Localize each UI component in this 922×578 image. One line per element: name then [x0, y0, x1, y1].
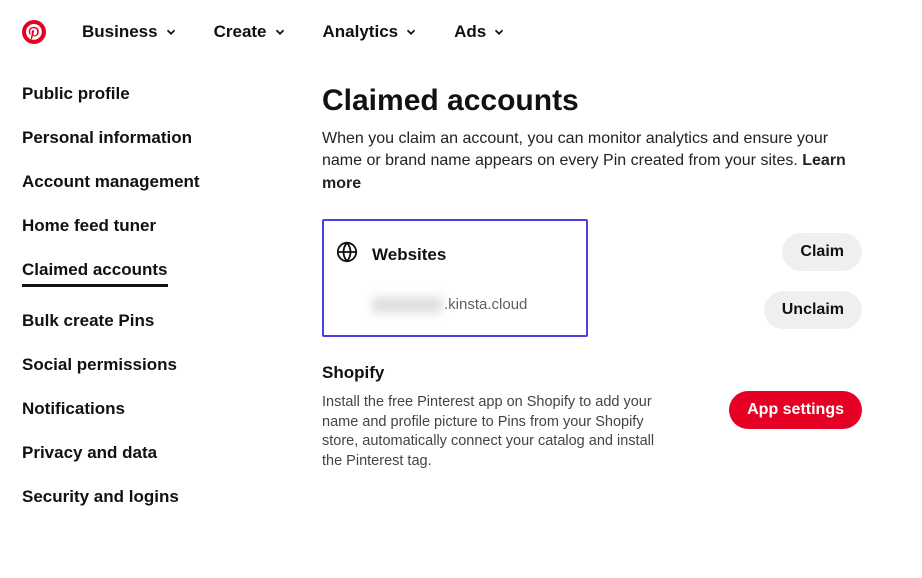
- sidebar-item-privacy-and-data[interactable]: Privacy and data: [22, 443, 157, 463]
- sidebar-item-social-permissions[interactable]: Social permissions: [22, 355, 177, 375]
- pinterest-logo[interactable]: [22, 20, 46, 44]
- claimed-site-domain: .kinsta.cloud: [444, 296, 527, 313]
- nav-label: Create: [214, 22, 267, 42]
- shopify-section: Shopify Install the free Pinterest app o…: [322, 363, 862, 471]
- settings-sidebar: Public profile Personal information Acco…: [22, 84, 262, 507]
- top-nav: Business Create Analytics Ads: [0, 0, 922, 64]
- page-title: Claimed accounts: [322, 84, 862, 118]
- unclaim-button[interactable]: Unclaim: [764, 291, 862, 329]
- sidebar-item-home-feed-tuner[interactable]: Home feed tuner: [22, 216, 156, 236]
- page-description-text: When you claim an account, you can monit…: [322, 130, 828, 169]
- claim-button[interactable]: Claim: [782, 233, 862, 271]
- websites-section: Websites .kinsta.cloud: [322, 219, 588, 337]
- chevron-down-icon: [492, 25, 506, 39]
- globe-icon: [336, 241, 358, 268]
- sidebar-item-notifications[interactable]: Notifications: [22, 399, 125, 419]
- nav-create[interactable]: Create: [214, 22, 287, 42]
- sidebar-item-bulk-create-pins[interactable]: Bulk create Pins: [22, 311, 154, 331]
- nav-label: Ads: [454, 22, 486, 42]
- nav-analytics[interactable]: Analytics: [323, 22, 419, 42]
- sidebar-item-claimed-accounts[interactable]: Claimed accounts: [22, 260, 168, 287]
- app-settings-button[interactable]: App settings: [729, 391, 862, 429]
- sidebar-item-account-management[interactable]: Account management: [22, 172, 200, 192]
- chevron-down-icon: [273, 25, 287, 39]
- sidebar-item-personal-information[interactable]: Personal information: [22, 128, 192, 148]
- nav-label: Business: [82, 22, 158, 42]
- redacted-text: [372, 297, 442, 313]
- nav-label: Analytics: [323, 22, 399, 42]
- page-description: When you claim an account, you can monit…: [322, 128, 862, 195]
- nav-ads[interactable]: Ads: [454, 22, 506, 42]
- shopify-heading: Shopify: [322, 363, 709, 383]
- sidebar-item-public-profile[interactable]: Public profile: [22, 84, 130, 104]
- claimed-site-row: .kinsta.cloud: [336, 296, 564, 313]
- nav-business[interactable]: Business: [82, 22, 178, 42]
- shopify-description: Install the free Pinterest app on Shopif…: [322, 393, 662, 471]
- websites-heading: Websites: [372, 245, 446, 265]
- sidebar-item-security-and-logins[interactable]: Security and logins: [22, 487, 179, 507]
- chevron-down-icon: [404, 25, 418, 39]
- main-content: Claimed accounts When you claim an accou…: [322, 84, 862, 507]
- chevron-down-icon: [164, 25, 178, 39]
